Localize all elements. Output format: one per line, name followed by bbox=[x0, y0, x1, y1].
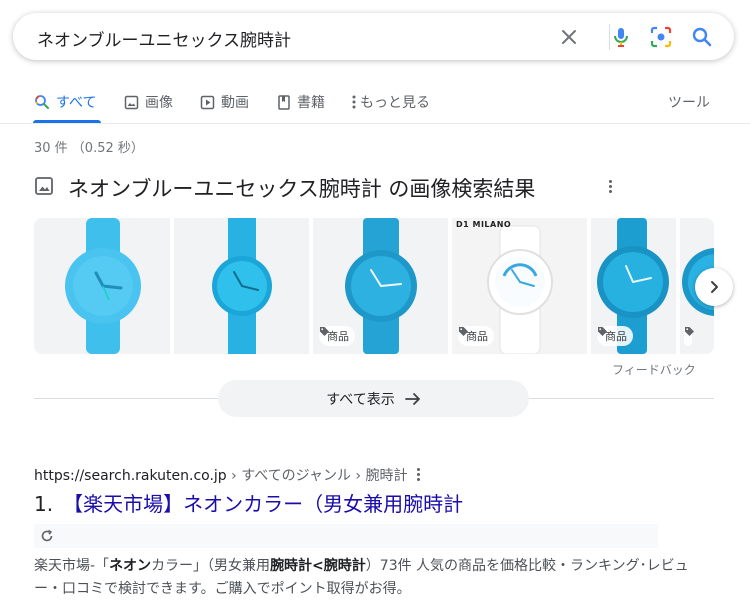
search-icon[interactable] bbox=[690, 25, 714, 49]
product-tag-label: 商品 bbox=[466, 330, 488, 343]
result-stats: 30 件 （0.52 秒） bbox=[34, 141, 144, 156]
product-tag-label: 商品 bbox=[327, 330, 349, 343]
images-section-title: ネオンブルーユニセックス腕時計 の画像検索結果 bbox=[68, 177, 536, 201]
image-thumbnail[interactable]: D1 MILANO 商品 bbox=[452, 218, 587, 354]
chevron-right-icon bbox=[707, 280, 721, 294]
snippet-text: 楽天市場-「 bbox=[34, 558, 110, 574]
active-tab-indicator bbox=[33, 120, 101, 123]
tab-label: 書籍 bbox=[297, 95, 325, 111]
product-tag: 商品 bbox=[458, 326, 494, 346]
tab-label: もっと見る bbox=[360, 95, 430, 111]
result-url[interactable]: https://search.rakuten.co.jp › すべてのジャンル … bbox=[34, 465, 407, 485]
image-thumbnail[interactable]: 商品 bbox=[591, 218, 676, 354]
image-icon bbox=[124, 95, 139, 110]
product-tag: 商品 bbox=[597, 326, 633, 346]
image-thumbnail[interactable] bbox=[174, 218, 309, 354]
close-icon[interactable] bbox=[557, 25, 581, 49]
search-input[interactable]: ネオンブルーユニセックス腕時計 bbox=[37, 26, 291, 51]
brand-logo: D1 MILANO bbox=[456, 220, 512, 229]
arrow-right-icon bbox=[404, 392, 421, 406]
product-tag bbox=[684, 326, 694, 346]
result-number: 1. bbox=[34, 492, 54, 516]
search-bar: ネオンブルーユニセックス腕時計 bbox=[13, 13, 734, 60]
snippet-text: カラー」（男女兼用 bbox=[151, 558, 271, 574]
carousel-next-button[interactable] bbox=[695, 268, 733, 306]
result-title-link[interactable]: 1. 【楽天市場】ネオンカラー（男女兼用腕時計 bbox=[34, 488, 463, 517]
tab-label: 画像 bbox=[145, 95, 173, 111]
tab-more[interactable]: もっと見る bbox=[352, 90, 430, 114]
tab-label: すべて bbox=[56, 95, 97, 111]
image-thumbnail[interactable] bbox=[34, 218, 170, 354]
tab-videos[interactable]: 動画 bbox=[200, 90, 249, 114]
tab-books[interactable]: 書籍 bbox=[277, 90, 325, 114]
result-snippet: 楽天市場-「ネオンカラー」（男女兼用腕時計<腕時計）73件 人気の商品を価格比較… bbox=[34, 555, 714, 601]
snippet-highlight: ネオン bbox=[109, 558, 152, 574]
camera-lens-icon[interactable] bbox=[649, 25, 673, 49]
result-title: 【楽天市場】ネオンカラー（男女兼用腕時計 bbox=[63, 492, 464, 516]
image-icon bbox=[34, 176, 54, 200]
search-tabs: すべて 画像 動画 書籍 もっと見る ツール bbox=[0, 82, 750, 124]
tab-label: 動画 bbox=[221, 95, 249, 111]
result-options-icon[interactable] bbox=[414, 468, 422, 481]
show-all-button[interactable]: すべて表示 bbox=[218, 380, 529, 417]
snippet-highlight: 腕時計<腕時計 bbox=[270, 558, 366, 574]
play-icon bbox=[200, 95, 215, 110]
tools-button[interactable]: ツール bbox=[668, 90, 710, 114]
tab-images[interactable]: 画像 bbox=[124, 90, 173, 114]
feedback-link[interactable]: フィードバック bbox=[612, 361, 696, 378]
result-breadcrumbs: › すべてのジャンル › 腕時計 bbox=[226, 468, 408, 484]
more-vert-icon bbox=[352, 95, 356, 109]
tab-all[interactable]: すべて bbox=[34, 90, 96, 114]
tools-label: ツール bbox=[668, 95, 710, 111]
show-all-label: すべて表示 bbox=[326, 391, 395, 408]
search-icon bbox=[34, 94, 50, 110]
product-tag-label: 商品 bbox=[605, 330, 627, 343]
result-reload-bar bbox=[34, 524, 658, 548]
image-carousel: 商品 D1 MILANO 商品 商品 bbox=[34, 218, 714, 354]
reload-icon[interactable] bbox=[40, 529, 54, 543]
more-options-icon[interactable] bbox=[606, 180, 614, 193]
product-tag: 商品 bbox=[319, 326, 355, 346]
book-icon bbox=[277, 94, 291, 110]
mic-icon[interactable] bbox=[609, 25, 633, 49]
image-thumbnail[interactable]: 商品 bbox=[313, 218, 448, 354]
result-domain: https://search.rakuten.co.jp bbox=[34, 468, 227, 484]
